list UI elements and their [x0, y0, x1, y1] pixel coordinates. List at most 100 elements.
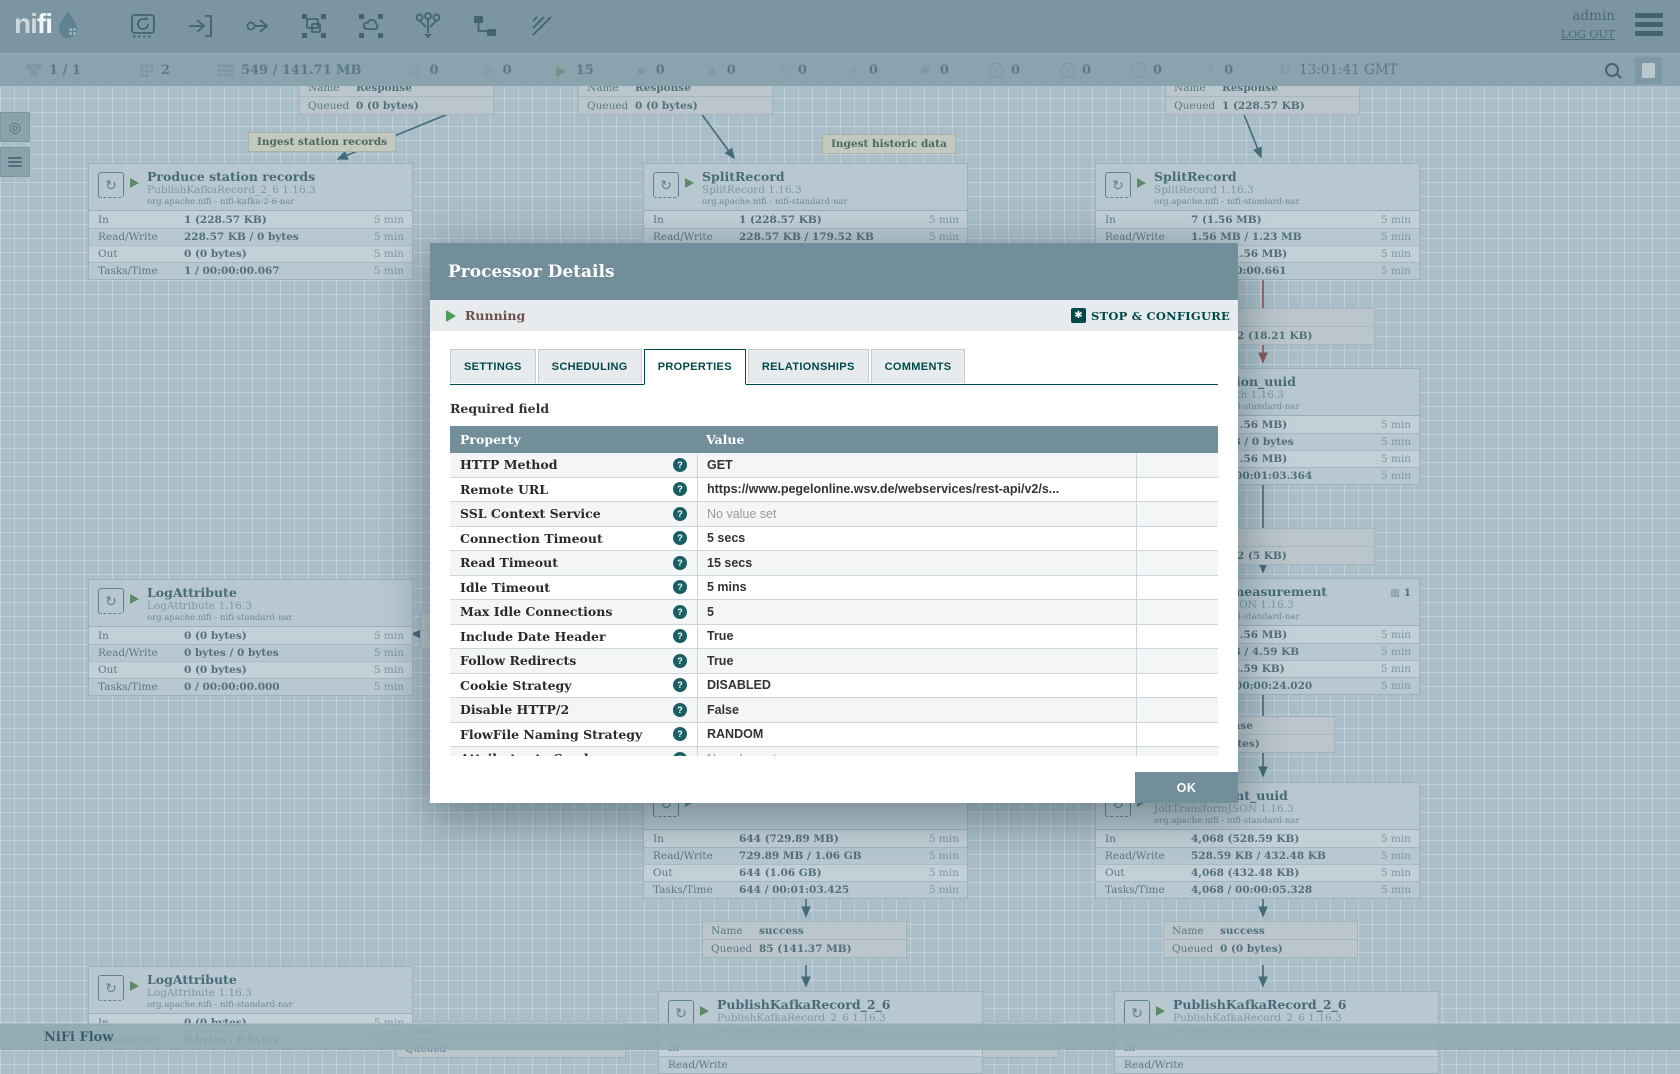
help-icon[interactable]: ? — [673, 458, 687, 472]
help-icon[interactable]: ? — [673, 507, 687, 521]
help-icon[interactable]: ? — [673, 482, 687, 496]
required-field-label: Required field — [450, 401, 1218, 416]
processor-node[interactable]: ↻ Produce station recordsPublishKafkaRec… — [88, 163, 413, 280]
connection-label[interactable]: Namesuccess Queued85 (141.37 MB) — [702, 921, 907, 958]
question-icon: ? — [1202, 64, 1217, 77]
refresh-time: 13:01:41 GMT — [1299, 62, 1398, 78]
property-row: Read Timeout?15 secs — [450, 551, 1218, 576]
global-menu-icon[interactable] — [1635, 13, 1663, 37]
property-row: Max Idle Connections?5 — [450, 600, 1218, 625]
tab-relationships[interactable]: RELATIONSHIPS — [748, 349, 869, 383]
dialog-title: Processor Details — [448, 262, 615, 282]
breadcrumb[interactable]: NiFi Flow — [0, 1023, 1680, 1050]
help-icon[interactable]: ? — [673, 654, 687, 668]
breadcrumb-root[interactable]: NiFi Flow — [44, 1030, 114, 1045]
column-property: Property — [450, 432, 697, 447]
locally-modified-count: ✱0 — [918, 63, 949, 78]
flow-note-button[interactable] — [1635, 57, 1662, 84]
flow-annotation[interactable]: Ingest station records — [248, 132, 396, 152]
running-play-icon: ▶ — [554, 64, 569, 77]
transmitting-count: ◎0 — [408, 63, 439, 78]
processor-icon: ↻ — [1105, 172, 1131, 198]
output-port-icon[interactable] — [242, 11, 272, 41]
cluster-status: 1 / 1 — [26, 63, 81, 78]
help-icon[interactable]: ? — [673, 580, 687, 594]
grid-dots-icon — [139, 63, 154, 77]
table-header: Property Value — [450, 426, 1218, 453]
help-icon[interactable]: ? — [673, 556, 687, 570]
property-row: Attributes to Send?No value set — [450, 747, 1218, 756]
arrow-up-circle-icon: ↑ — [1060, 63, 1075, 78]
dialog-header: Processor Details — [430, 243, 1238, 300]
search-icon[interactable] — [1605, 63, 1619, 77]
processor-icon: ↻ — [98, 172, 124, 198]
nifi-app: { "app": { "logo_text_left": "ni", "logo… — [0, 0, 1680, 1050]
disabled-count: ϟ0 — [776, 63, 807, 78]
remote-process-group-icon[interactable] — [356, 11, 386, 41]
tab-settings[interactable]: SETTINGS — [450, 349, 536, 383]
process-group-icon[interactable] — [299, 11, 329, 41]
counter-badge: 1 — [1390, 587, 1411, 599]
property-row: Include Date Header?True — [450, 625, 1218, 650]
operate-palette-button[interactable] — [0, 147, 30, 177]
property-row: SSL Context Service?No value set — [450, 502, 1218, 527]
tab-comments[interactable]: COMMENTS — [871, 349, 966, 383]
property-row: FlowFile Naming Strategy?RANDOM — [450, 723, 1218, 748]
navigate-palette-button[interactable]: ◎ — [0, 112, 30, 142]
stopped-square-icon: ■ — [634, 64, 649, 77]
stopped-count: ■0 — [634, 63, 665, 78]
property-row: Remote URL?https://www.pegelonline.wsv.d… — [450, 478, 1218, 503]
modified-stale-count: ↑0 — [1060, 63, 1091, 78]
queued-totals: 549 / 141.71 MB — [218, 63, 362, 78]
logo-text: ni — [14, 8, 37, 40]
cluster-cubes-icon — [26, 63, 42, 77]
warning-triangle-icon: ▲ — [705, 64, 720, 77]
help-icon[interactable]: ? — [673, 703, 687, 717]
funnel-icon[interactable] — [413, 11, 443, 41]
current-user: admin — [1561, 8, 1615, 24]
input-port-icon[interactable] — [185, 11, 215, 41]
property-row: Idle Timeout?5 mins — [450, 576, 1218, 601]
help-icon[interactable]: ? — [673, 727, 687, 741]
running-play-icon — [446, 310, 456, 322]
sliders-icon — [8, 155, 22, 169]
tab-properties[interactable]: PROPERTIES — [644, 349, 746, 385]
check-icon: ✓ — [847, 64, 862, 77]
tab-scheduling[interactable]: SCHEDULING — [538, 349, 642, 383]
birdseye-icon: ◎ — [9, 119, 21, 136]
column-value: Value — [697, 432, 1218, 447]
stop-and-configure-button[interactable]: ✱ STOP & CONFIGURE — [1071, 308, 1230, 323]
help-icon[interactable]: ? — [673, 629, 687, 643]
help-icon[interactable]: ? — [673, 752, 687, 756]
thread-count: 2 — [139, 63, 170, 78]
dialog-tabs: SETTINGS SCHEDULING PROPERTIES RELATIONS… — [450, 349, 1218, 385]
refresh-icon[interactable]: ↻ — [1277, 63, 1292, 78]
page-icon — [1642, 63, 1655, 78]
processor-icon[interactable] — [128, 11, 158, 41]
property-row: HTTP Method?GET — [450, 453, 1218, 478]
processor-node[interactable]: ↻ LogAttributeLogAttribute 1.16.3org.apa… — [88, 579, 413, 696]
arrow-up-circle-icon: ↑ — [989, 63, 1004, 78]
not-transmitting-count: ⊘0 — [481, 63, 512, 78]
processor-details-dialog: Processor Details Running ✱ STOP & CONFI… — [430, 243, 1238, 803]
help-icon[interactable]: ? — [673, 605, 687, 619]
logout-link[interactable]: LOG OUT — [1561, 28, 1615, 41]
template-icon[interactable] — [470, 11, 500, 41]
help-icon[interactable]: ? — [673, 531, 687, 545]
connection-label[interactable]: Namesuccess Queued0 (0 bytes) — [1163, 921, 1358, 958]
property-row: Cookie Strategy?DISABLED — [450, 674, 1218, 699]
help-icon[interactable]: ? — [673, 678, 687, 692]
processor-icon: ↻ — [98, 975, 124, 1001]
running-icon — [130, 594, 139, 604]
processor-icon: ↻ — [98, 588, 124, 614]
transmitting-icon: ◎ — [408, 64, 423, 77]
sync-failure-count: !0 — [1131, 63, 1162, 78]
not-transmitting-icon: ⊘ — [481, 64, 496, 77]
property-row: Follow Redirects?True — [450, 649, 1218, 674]
ok-button[interactable]: OK — [1135, 772, 1238, 803]
nifi-logo: nifi — [14, 8, 81, 40]
label-icon[interactable] — [527, 11, 557, 41]
dialog-body: SETTINGS SCHEDULING PROPERTIES RELATIONS… — [430, 331, 1238, 803]
flow-annotation[interactable]: Ingest historic data — [822, 134, 956, 154]
run-state-label: Running — [465, 308, 525, 323]
